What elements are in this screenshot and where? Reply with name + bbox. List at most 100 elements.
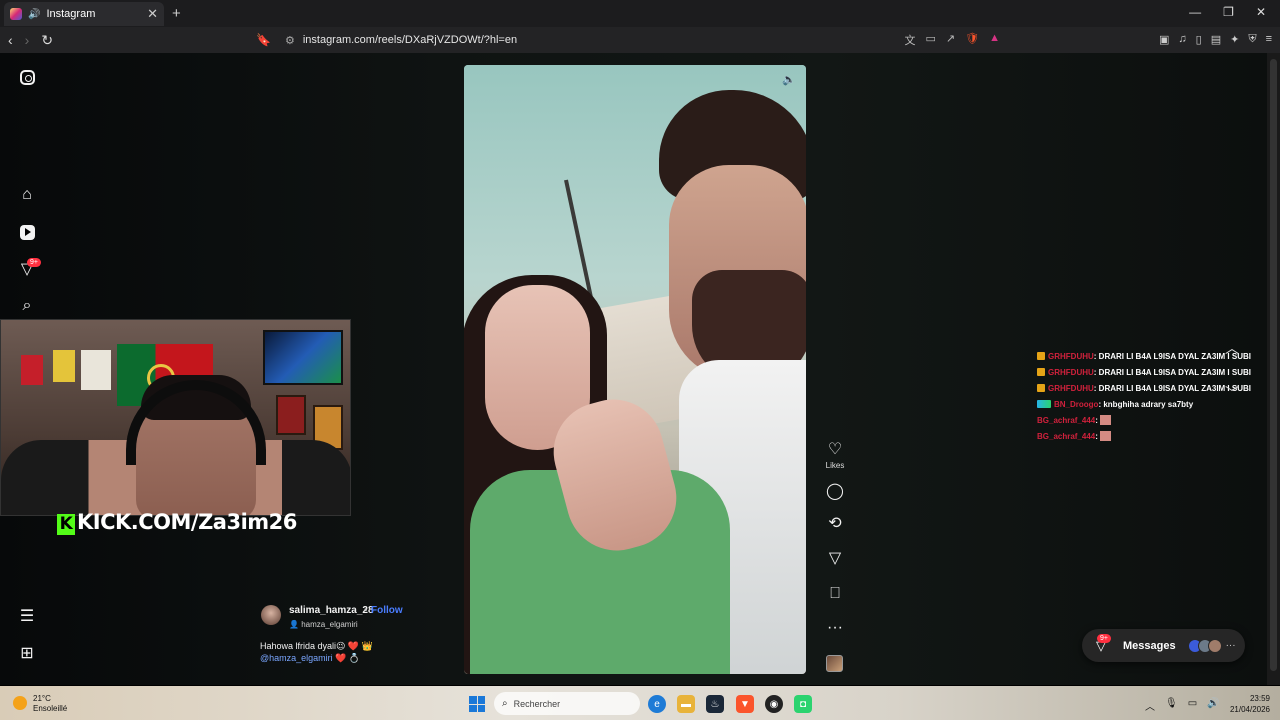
more-options-button[interactable]: ··· — [823, 619, 847, 637]
vip-badge-icon — [1037, 400, 1051, 408]
chat-message: BG_achraf_444: — [1037, 429, 1262, 445]
brave-rewards-icon[interactable]: ▲ — [989, 32, 1000, 48]
next-reel-chevron-down-icon[interactable]: ﹀ — [1225, 383, 1239, 403]
forward-arrow-icon[interactable]: › — [25, 32, 30, 49]
minimize-button[interactable]: — — [1189, 5, 1201, 19]
sidebar-toggle-icon[interactable]: ▣ — [1159, 33, 1169, 46]
save-button[interactable]: ⎕ — [823, 585, 847, 603]
chat-username: GRHFDUHU — [1048, 384, 1094, 393]
sun-weather-icon[interactable] — [13, 696, 27, 710]
obs-icon[interactable]: ◉ — [765, 695, 783, 713]
send-icon: ▽ — [828, 550, 842, 567]
system-tray: ︿ 🎙 ▭ 🔊 — [1145, 698, 1220, 713]
scrollbar-thumb[interactable] — [1270, 59, 1277, 671]
edge-icon[interactable]: e — [648, 695, 666, 713]
home-icon[interactable]: ⌂ — [17, 185, 37, 205]
mute-icon[interactable]: 🔈 — [782, 73, 796, 86]
audio-thumbnail[interactable] — [826, 655, 843, 672]
picture-frame — [276, 395, 306, 435]
instagram-favicon-icon — [10, 8, 22, 20]
chat-username: GRHFDUHU — [1048, 352, 1094, 361]
panel-icon[interactable]: ▯ — [1196, 33, 1202, 46]
share-button[interactable]: ▽ — [823, 550, 847, 568]
comment-button[interactable]: ◯ — [823, 483, 847, 501]
search-icon[interactable]: ⌕ — [17, 296, 37, 316]
screen: 🔊 Instagram ✕ + — ❐ ✕ ‹ › ↻ 🔖 ⚙ instagra… — [0, 0, 1280, 720]
heart-icon: ♡ — [827, 441, 843, 458]
address-bar[interactable]: 🔖 ⚙ instagram.com/reels/DXaRjVZDOWt/?hl=… — [256, 29, 1000, 51]
bookmark-icon[interactable]: 🔖 — [256, 33, 271, 47]
steam-icon[interactable]: ♨ — [706, 695, 724, 713]
vpn-icon[interactable]: ⛨ — [1248, 33, 1256, 46]
volume-icon[interactable]: 🔊 — [1207, 698, 1219, 713]
messages-badge: 9+ — [1097, 634, 1111, 643]
search-icon: ⌕ — [502, 698, 508, 709]
brave-icon[interactable]: ▼ — [736, 695, 754, 713]
windows-start-icon[interactable] — [469, 696, 485, 712]
chat-username: BN_Droogo — [1054, 400, 1099, 409]
clock-time: 23:59 — [1249, 694, 1270, 703]
clock-date: 21/04/2026 — [1229, 705, 1270, 714]
site-settings-icon[interactable]: ⚙ — [285, 34, 295, 47]
taskbar-clock[interactable]: 23:59 21/04/2026 — [1222, 693, 1270, 715]
brave-shields-icon[interactable]: 🛡 — [965, 32, 979, 48]
follow-button[interactable]: Follow — [371, 605, 403, 616]
repost-icon: ⟲ — [828, 515, 842, 532]
kick-url-text: KICK.COM/Za3im26 — [77, 510, 297, 534]
taskbar-search[interactable]: ⌕ Rechercher — [494, 692, 640, 715]
apps-icon[interactable]: ⊞ — [17, 643, 37, 663]
weather-status[interactable]: Ensoleillé — [33, 704, 67, 713]
file-explorer-icon[interactable]: ▬ — [677, 695, 695, 713]
browser-toolbar: ‹ › ↻ 🔖 ⚙ instagram.com/reels/DXaRjVZDOW… — [0, 27, 1280, 53]
kick-logo-icon: K — [57, 514, 75, 535]
tab-instagram[interactable]: 🔊 Instagram ✕ — [4, 2, 164, 26]
cast-icon[interactable]: ▭ — [926, 32, 936, 48]
windows-taskbar — [0, 686, 1280, 720]
maximize-button[interactable]: ❐ — [1223, 5, 1234, 19]
tagged-user[interactable]: 👤 hamza_elgamiri — [289, 620, 358, 629]
chat-emote-icon — [1100, 431, 1112, 441]
chat-message: BG_achraf_444: — [1037, 413, 1262, 429]
reels-icon[interactable] — [17, 222, 37, 242]
menu-icon[interactable]: ≡ — [1266, 33, 1272, 46]
browser-tab-bar: 🔊 Instagram ✕ + — ❐ ✕ — [0, 0, 1280, 27]
microphone-icon[interactable]: 🎙 — [1165, 698, 1178, 713]
sub-badge-icon — [1037, 352, 1045, 360]
wall-poster — [81, 350, 111, 390]
jersey-red — [21, 355, 43, 385]
chat-username: BG_achraf_444 — [1037, 416, 1096, 425]
translate-icon[interactable]: 文 — [905, 32, 916, 48]
like-button[interactable]: ♡ Likes — [823, 441, 847, 470]
page-scrollbar[interactable] — [1267, 53, 1280, 685]
tab-close-icon[interactable]: ✕ — [147, 6, 158, 22]
leo-ai-icon[interactable]: ✦ — [1230, 33, 1239, 46]
back-arrow-icon[interactable]: ‹ — [8, 32, 13, 49]
close-window-button[interactable]: ✕ — [1256, 5, 1266, 19]
user-avatar[interactable] — [261, 605, 281, 625]
url-text[interactable]: instagram.com/reels/DXaRjVZDOWt/?hl=en — [303, 34, 517, 46]
music-icon[interactable]: ♫ — [1178, 33, 1186, 46]
repost-button[interactable]: ⟲ — [823, 515, 847, 533]
wallet-icon[interactable]: ▤ — [1211, 33, 1221, 46]
tray-chevron-up-icon[interactable]: ︿ — [1145, 698, 1155, 713]
instagram-logo-icon[interactable] — [17, 67, 37, 87]
previous-reel-chevron-up-icon[interactable]: ︿ — [1225, 338, 1239, 358]
more-menu-icon[interactable]: ☰ — [17, 606, 37, 626]
messages-label: Messages — [1123, 639, 1176, 652]
caption-mention[interactable]: @hamza_elgamiri — [260, 653, 333, 663]
new-tab-button[interactable]: + — [172, 5, 181, 22]
browser-extension-icons: ▣ ♫ ▯ ▤ ✦ ⛨ ≡ — [1159, 33, 1272, 46]
share-icon[interactable]: ↗ — [946, 32, 955, 48]
reload-icon[interactable]: ↻ — [41, 32, 53, 49]
display-icon[interactable]: ▭ — [1188, 698, 1197, 713]
separator-dot: • — [364, 605, 368, 616]
jersey-yellow — [53, 350, 75, 382]
app-icon[interactable]: ◘ — [794, 695, 812, 713]
chat-username: GRHFDUHU — [1048, 368, 1094, 377]
bookmark-save-icon: ⎕ — [830, 585, 840, 602]
username[interactable]: salima_hamza_28 — [289, 605, 374, 616]
reel-frame[interactable]: 🔈 — [464, 65, 806, 674]
weather-temperature[interactable]: 21°C — [33, 694, 51, 703]
speaker-icon[interactable]: 🔊 — [28, 9, 40, 20]
caption-line: Hahowa lfrida dyali😉 ❤️ 👑 — [260, 641, 373, 651]
